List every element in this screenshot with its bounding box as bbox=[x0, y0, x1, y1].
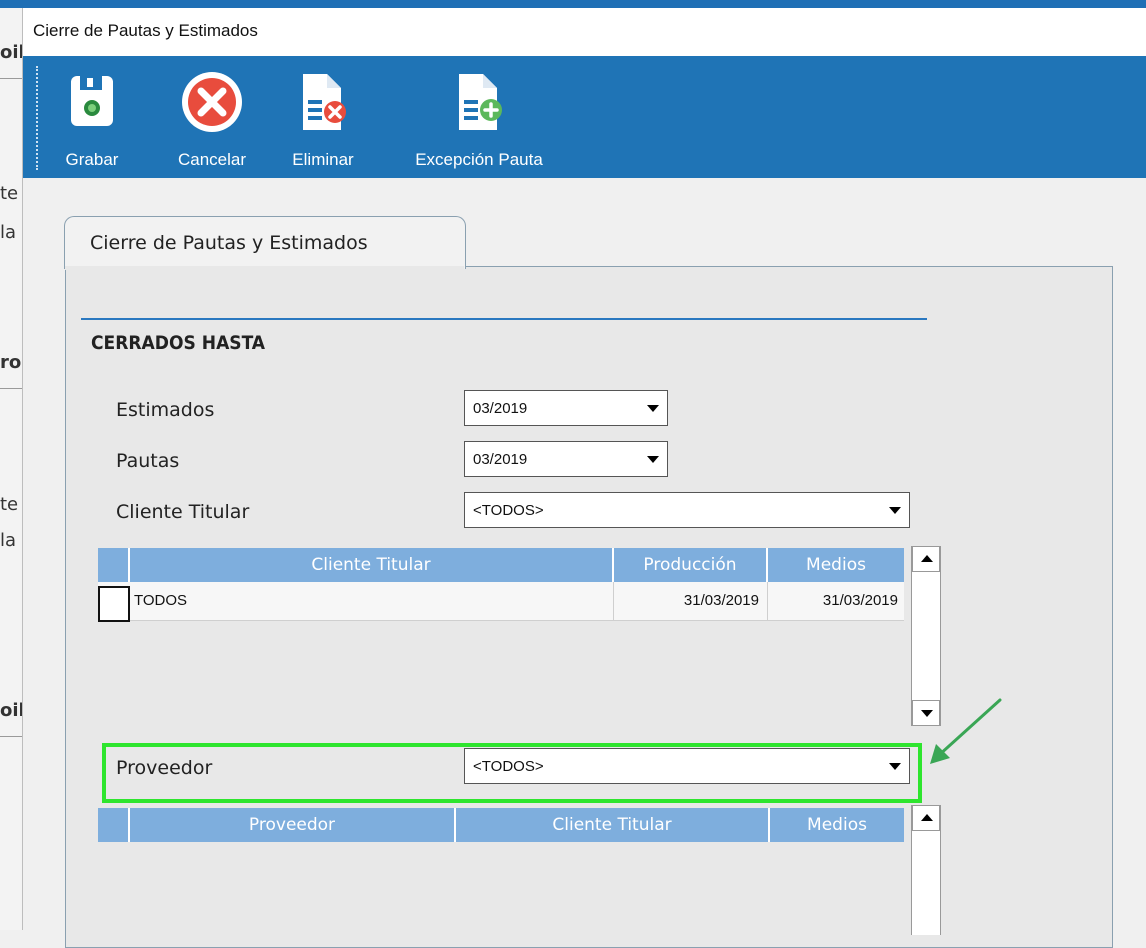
cancelar-label: Cancelar bbox=[177, 150, 247, 169]
eliminar-button[interactable]: Eliminar bbox=[273, 70, 373, 172]
add-doc-icon bbox=[389, 70, 569, 134]
cliente-titular-label: Cliente Titular bbox=[116, 501, 250, 523]
cell-cliente-titular: TODOS bbox=[130, 582, 614, 620]
column-header-produccion[interactable]: Producción bbox=[614, 548, 768, 582]
annotation-arrow-icon bbox=[928, 698, 1008, 772]
cliente-titular-select[interactable]: <TODOS> bbox=[464, 492, 910, 528]
background-text-fragment: te bbox=[0, 183, 19, 204]
proveedores-scrollbar[interactable] bbox=[911, 805, 941, 935]
toolbar-grip bbox=[36, 66, 38, 170]
pautas-label: Pautas bbox=[116, 450, 180, 472]
tab-label: Cierre de Pautas y Estimados bbox=[90, 232, 368, 254]
eliminar-label: Eliminar bbox=[292, 150, 354, 169]
background-divider bbox=[0, 78, 22, 79]
background-divider bbox=[0, 388, 22, 389]
window-title: Cierre de Pautas y Estimados bbox=[33, 21, 258, 40]
grabar-label: Grabar bbox=[65, 150, 119, 169]
toolbar: Grabar Cancelar Eliminar Excepción Pauta bbox=[23, 56, 1146, 178]
cancel-icon bbox=[167, 70, 257, 134]
estimados-label: Estimados bbox=[116, 399, 215, 421]
row-selector[interactable] bbox=[98, 586, 130, 622]
estimados-value: 03/2019 bbox=[473, 400, 528, 417]
proveedor-highlight-annotation bbox=[102, 743, 922, 803]
cliente-titular-value: <TODOS> bbox=[473, 502, 544, 519]
background-text-fragment: te bbox=[0, 494, 19, 515]
clientes-grid-header: Cliente Titular Producción Medios bbox=[98, 548, 904, 582]
arrow-up-icon bbox=[921, 555, 933, 562]
estimados-select[interactable]: 03/2019 bbox=[464, 390, 668, 426]
excepcion-pauta-button[interactable]: Excepción Pauta bbox=[389, 70, 569, 172]
save-icon bbox=[57, 70, 127, 134]
chevron-down-icon bbox=[647, 456, 659, 463]
cell-produccion: 31/03/2019 bbox=[614, 582, 768, 620]
background-divider bbox=[0, 736, 22, 737]
column-header-cliente-titular[interactable]: Cliente Titular bbox=[130, 548, 614, 582]
chevron-down-icon bbox=[889, 507, 901, 514]
delete-doc-icon bbox=[273, 70, 373, 134]
background-text-fragment: la bbox=[0, 222, 17, 243]
scroll-up-button[interactable] bbox=[912, 546, 940, 572]
dialog-window: Cierre de Pautas y Estimados Grabar Canc… bbox=[22, 8, 1146, 948]
background-text-fragment: oil bbox=[0, 42, 25, 63]
background-text-fragment: la bbox=[0, 530, 17, 551]
cancelar-button[interactable]: Cancelar bbox=[167, 70, 257, 172]
row-selector-header bbox=[98, 808, 130, 842]
title-bar[interactable]: Cierre de Pautas y Estimados bbox=[23, 8, 1146, 56]
section-divider bbox=[81, 318, 927, 320]
proveedores-grid-header: Proveedor Cliente Titular Medios bbox=[98, 808, 904, 842]
row-selector-header bbox=[98, 548, 130, 582]
column-header-medios[interactable]: Medios bbox=[768, 548, 904, 582]
column-header-medios[interactable]: Medios bbox=[770, 808, 904, 842]
tab-joint bbox=[65, 266, 464, 270]
tab-cierre-pautas[interactable]: Cierre de Pautas y Estimados bbox=[64, 216, 466, 269]
background-text-fragment: oil bbox=[0, 700, 25, 721]
background-title-bar bbox=[0, 0, 1146, 8]
section-title: CERRADOS HASTA bbox=[91, 332, 266, 354]
dialog-content: Cierre de Pautas y Estimados CERRADOS HA… bbox=[23, 178, 1146, 948]
pautas-value: 03/2019 bbox=[473, 451, 528, 468]
column-header-cliente-titular[interactable]: Cliente Titular bbox=[456, 808, 770, 842]
excepcion-pauta-label: Excepción Pauta bbox=[415, 150, 543, 169]
scroll-up-button[interactable] bbox=[912, 805, 940, 831]
chevron-down-icon bbox=[647, 405, 659, 412]
table-row[interactable]: TODOS 31/03/2019 31/03/2019 bbox=[98, 582, 904, 622]
cell-medios: 31/03/2019 bbox=[822, 592, 898, 609]
pautas-select[interactable]: 03/2019 bbox=[464, 441, 668, 477]
arrow-up-icon bbox=[921, 814, 933, 821]
grabar-button[interactable]: Grabar bbox=[57, 70, 127, 172]
column-header-proveedor[interactable]: Proveedor bbox=[130, 808, 456, 842]
